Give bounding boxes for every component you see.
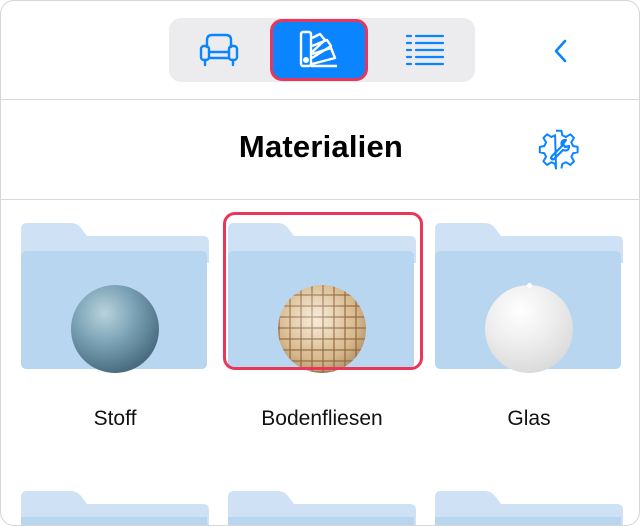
- fabric-material-preview: [71, 285, 159, 373]
- list-segment[interactable]: [379, 22, 471, 78]
- folder-partial[interactable]: [228, 491, 416, 526]
- floor-tiles-material-preview: [278, 285, 366, 373]
- folder-partial[interactable]: [435, 491, 623, 526]
- toolbar-divider: [1, 99, 639, 100]
- folder-label: Bodenfliesen: [261, 407, 383, 430]
- settings-button[interactable]: [537, 127, 583, 173]
- folder-partial[interactable]: [21, 491, 209, 526]
- list-icon: [405, 34, 445, 66]
- materials-panel: Materialien Stoff Bodenfliesen Glas: [0, 0, 640, 526]
- armchair-icon: [199, 33, 239, 67]
- folder-stoff[interactable]: [21, 223, 209, 373]
- back-button[interactable]: [541, 31, 581, 71]
- glass-material-preview: [485, 285, 573, 373]
- glass-highlight: [527, 283, 532, 288]
- folder-glas[interactable]: [435, 223, 623, 373]
- materials-segment[interactable]: [273, 22, 365, 78]
- gear-wrench-icon: [538, 129, 579, 170]
- chevron-left-icon: [554, 39, 567, 63]
- header-divider: [1, 199, 639, 200]
- folder-label: Glas: [507, 407, 551, 430]
- swatch-fan-icon: [299, 30, 337, 68]
- furniture-segment[interactable]: [173, 22, 265, 78]
- view-segmented-control: [169, 18, 475, 82]
- folder-label: Stoff: [93, 407, 137, 430]
- folder-bodenfliesen[interactable]: [228, 223, 416, 373]
